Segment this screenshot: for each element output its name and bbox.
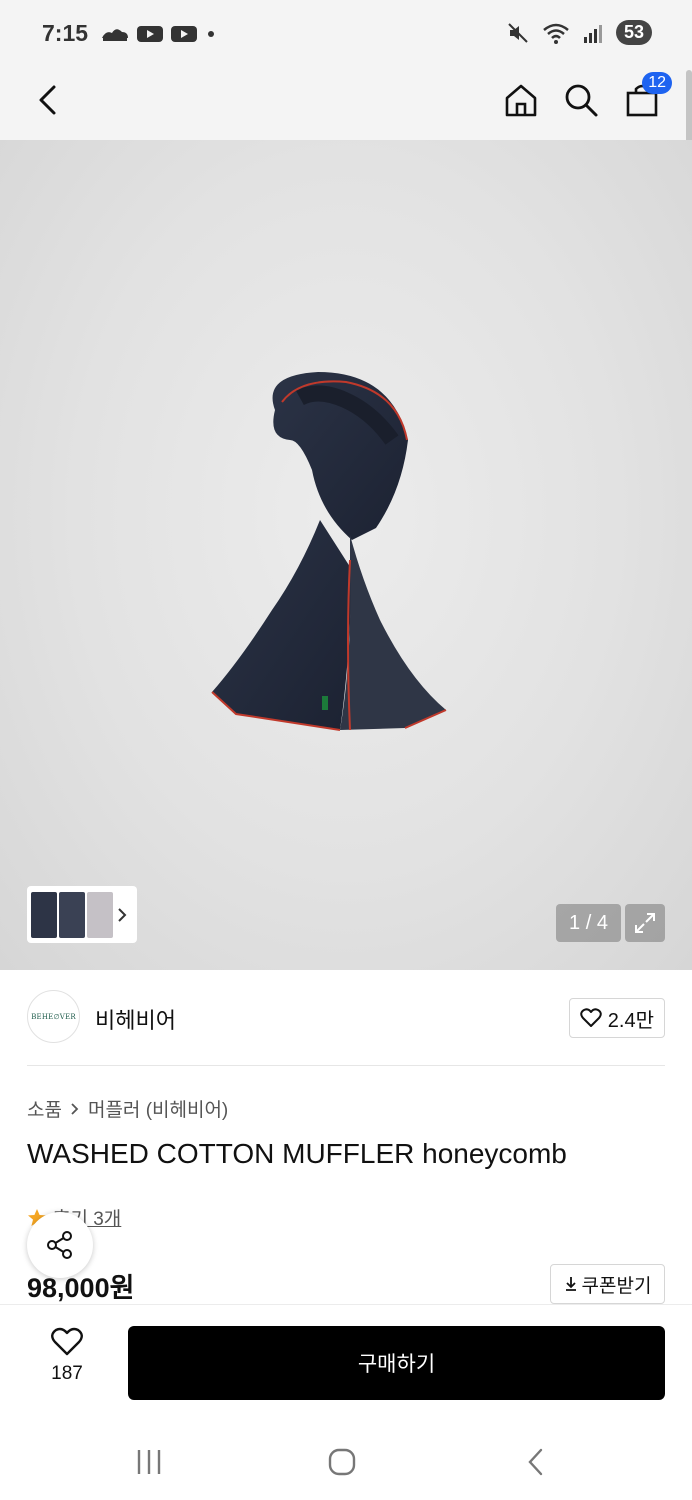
system-nav-bar	[0, 1420, 692, 1500]
share-icon	[47, 1231, 72, 1259]
thumbnail[interactable]	[87, 891, 113, 938]
recent-apps-icon	[137, 1450, 161, 1474]
back-nav-button[interactable]	[516, 1442, 556, 1482]
expand-icon	[635, 913, 655, 933]
home-button[interactable]	[497, 76, 545, 124]
back-nav-icon	[528, 1448, 543, 1476]
heart-icon	[51, 1327, 83, 1356]
thumbnail[interactable]	[31, 891, 57, 938]
back-icon	[39, 85, 56, 115]
search-button[interactable]	[557, 76, 605, 124]
brand-logo[interactable]: BEHE∅VER	[27, 990, 80, 1043]
status-right-icons: 53	[506, 20, 652, 45]
app-header: 12	[0, 68, 692, 140]
youtube-icon	[171, 26, 197, 42]
scroll-indicator	[686, 70, 692, 148]
recent-apps-button[interactable]	[129, 1442, 169, 1482]
status-time: 7:15	[42, 20, 89, 46]
download-icon	[565, 1277, 576, 1291]
status-bar: 7:15 53	[0, 0, 692, 68]
brand-like-button[interactable]: 2.4만	[568, 998, 665, 1038]
coupon-button[interactable]: 쿠폰받기	[550, 1264, 665, 1304]
purchase-bar: 187 구매하기	[0, 1304, 692, 1420]
image-counter: 1 / 4	[556, 904, 621, 942]
dot-icon	[208, 31, 214, 37]
heart-icon	[580, 1008, 602, 1027]
brand-row[interactable]: BEHE∅VER 비헤비어 2.4만	[27, 990, 665, 1046]
buy-button[interactable]: 구매하기	[128, 1326, 665, 1400]
thumbnail[interactable]	[59, 891, 85, 938]
brand-name[interactable]: 비헤비어	[95, 1003, 176, 1035]
thumbnail-strip[interactable]	[27, 886, 137, 943]
mute-icon	[508, 22, 528, 43]
share-button[interactable]	[27, 1212, 93, 1278]
breadcrumb-subcategory[interactable]: 머플러 (비헤비어)	[88, 1095, 228, 1122]
back-button[interactable]	[24, 76, 72, 124]
chevron-right-icon	[71, 1102, 79, 1115]
home-circle-icon	[328, 1448, 356, 1476]
home-nav-button[interactable]	[322, 1442, 362, 1482]
product-image-gallery[interactable]: 1 / 4	[0, 140, 692, 970]
chevron-right-icon	[118, 907, 127, 922]
search-icon	[565, 84, 598, 117]
brand-like-count: 2.4만	[607, 1009, 654, 1032]
coupon-label: 쿠폰받기	[581, 1275, 652, 1297]
youtube-icon	[137, 26, 163, 42]
signal-icon	[583, 24, 602, 43]
cloud-icon	[102, 29, 128, 41]
home-icon	[505, 84, 537, 117]
battery-indicator: 53	[615, 20, 652, 45]
wishlist-count: 187	[51, 1363, 83, 1384]
breadcrumb: 소품 머플러 (비헤비어)	[27, 1095, 228, 1122]
scarf-image	[211, 372, 447, 731]
wishlist-button[interactable]: 187	[38, 1327, 96, 1385]
wifi-icon	[543, 23, 569, 44]
breadcrumb-category[interactable]: 소품	[27, 1095, 62, 1122]
brand-logo-text: BEHE∅VER	[31, 1012, 76, 1021]
cart-count-badge: 12	[642, 72, 672, 94]
expand-button[interactable]	[625, 904, 665, 942]
status-left-icons	[100, 24, 218, 44]
divider	[27, 1065, 665, 1066]
cart-button[interactable]: 12	[618, 72, 672, 124]
product-title: WASHED COTTON MUFFLER honeycomb	[27, 1138, 567, 1169]
